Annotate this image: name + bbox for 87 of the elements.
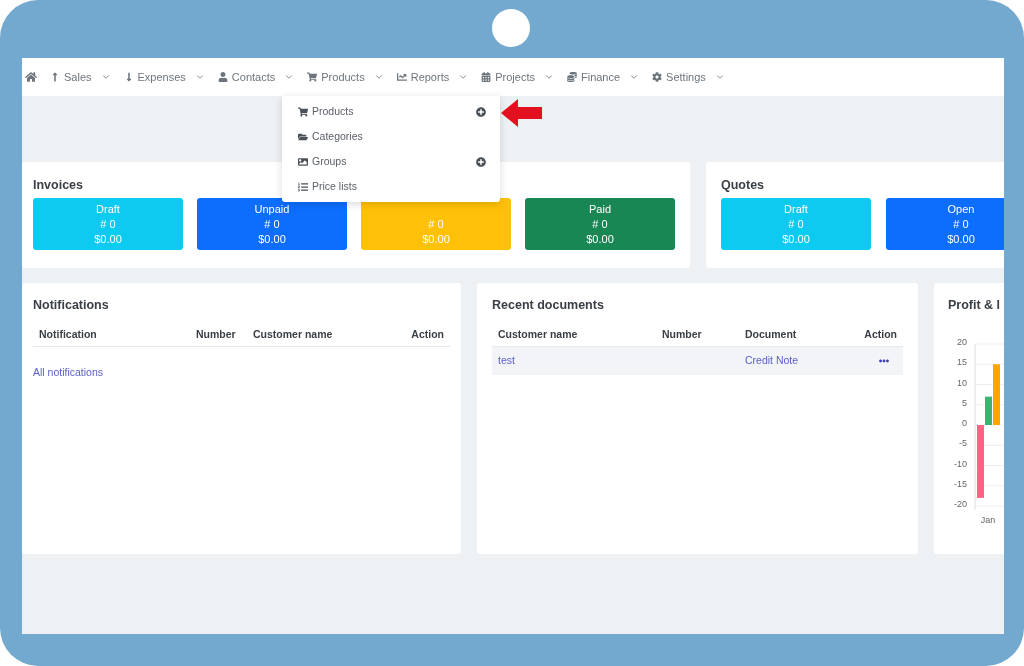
card-title: Invoices [33, 178, 84, 193]
table-row[interactable]: test Credit Note [492, 347, 903, 375]
nav-menu-item[interactable]: Projects [481, 68, 554, 86]
nav-menu-item[interactable]: Finance [566, 68, 640, 86]
stat-count: # 0 [592, 216, 608, 232]
stat-label: Paid [589, 201, 611, 217]
cart-icon [298, 106, 308, 117]
stat-label: Draft [96, 201, 120, 217]
stat-card[interactable]: Open # 0 $0.00 [886, 198, 1004, 250]
chevron-icon [629, 72, 640, 82]
chevron-icon [373, 72, 384, 82]
stat-amount: $0.00 [586, 231, 614, 247]
cart-icon [307, 72, 318, 82]
dropdown-label: Price lists [312, 178, 357, 194]
user-icon [217, 72, 228, 82]
column-header: Customer name [253, 326, 334, 342]
arrow-icon [501, 98, 543, 128]
stat-label: Open [947, 201, 975, 217]
add-icon[interactable] [476, 106, 486, 117]
stat-amount: $0.00 [947, 231, 975, 247]
card-title: Recent documents [492, 298, 605, 313]
nav-menu-item[interactable]: Settings [652, 68, 725, 86]
axis-tick: -5 [959, 438, 967, 449]
stat-count: # 0 [100, 216, 116, 232]
axis-tick: 20 [957, 337, 967, 347]
stat-count: # 0 [264, 216, 280, 232]
document-link[interactable]: Credit Note [745, 353, 799, 369]
nav-menu-item[interactable]: Sales [50, 68, 111, 86]
gear-icon [652, 72, 663, 82]
grid-line [974, 424, 1004, 426]
stat-amount: $0.00 [782, 231, 810, 247]
stat-amount: $0.00 [258, 231, 286, 247]
stat-amount: $0.00 [422, 231, 450, 247]
stat-count: # 0 [788, 216, 804, 232]
list-icon [298, 181, 308, 192]
axis-tick: 5 [962, 397, 967, 408]
stat-label: Draft [784, 201, 808, 217]
image-icon [298, 156, 308, 167]
chevron-icon [194, 72, 205, 82]
column-header: Number [662, 326, 703, 342]
calendar-icon [481, 72, 492, 82]
home-icon[interactable] [25, 71, 37, 83]
chart-icon [396, 72, 407, 82]
dropdown-item[interactable]: Products [282, 99, 500, 124]
stat-card[interactable]: Paid # 0 $0.00 [525, 198, 675, 250]
stat-label: Unpaid [254, 201, 290, 217]
axis-tick: -20 [954, 499, 967, 509]
up-arrow-icon [50, 72, 60, 82]
column-header: Customer name [498, 326, 579, 342]
customer-link[interactable]: test [498, 353, 515, 369]
chevron-icon [543, 72, 554, 82]
nav-menu-item[interactable]: Contacts [217, 68, 295, 86]
dropdown-item[interactable]: Categories [282, 124, 500, 149]
axis-tick: -15 [954, 478, 967, 489]
nav-menu-item[interactable]: Products [307, 68, 384, 86]
axis-tick: 0 [962, 418, 967, 428]
chevron-icon [714, 72, 725, 82]
add-icon[interactable] [476, 156, 486, 167]
dropdown-label: Products [312, 103, 354, 119]
stat-amount: $0.00 [94, 231, 122, 247]
nav-menu-item[interactable]: Reports [396, 68, 469, 86]
stat-count: # 0 [953, 216, 969, 232]
card-title: Profit & l [948, 298, 1002, 313]
card-title: Notifications [33, 298, 110, 313]
stat-count: # 0 [428, 216, 444, 232]
dropdown-label: Groups [312, 153, 347, 169]
coins-icon [566, 72, 577, 82]
folder-icon [298, 131, 308, 142]
column-header: Action [411, 326, 444, 342]
axis-label: Jan [980, 515, 996, 525]
column-header: Number [196, 326, 237, 342]
dropdown-item[interactable]: Groups [282, 149, 500, 174]
nav-menu-item[interactable]: Expenses [123, 68, 205, 86]
axis-tick: -10 [954, 458, 967, 469]
card-title: Quotes [721, 178, 766, 193]
all-notifications-link[interactable]: All notifications [33, 366, 104, 378]
chevron-icon [458, 72, 469, 82]
column-header: Document [745, 326, 798, 342]
column-header: Action [864, 326, 897, 342]
axis-tick: 10 [957, 377, 967, 388]
chevron-icon [284, 72, 295, 82]
chevron-icon [100, 72, 111, 82]
dropdown-item[interactable]: Price lists [282, 174, 500, 199]
stat-card[interactable]: Unpaid # 0 $0.00 [197, 198, 347, 250]
column-header: Notification [39, 326, 98, 342]
dropdown-label: Categories [312, 128, 363, 144]
axis-tick: 15 [957, 357, 967, 368]
